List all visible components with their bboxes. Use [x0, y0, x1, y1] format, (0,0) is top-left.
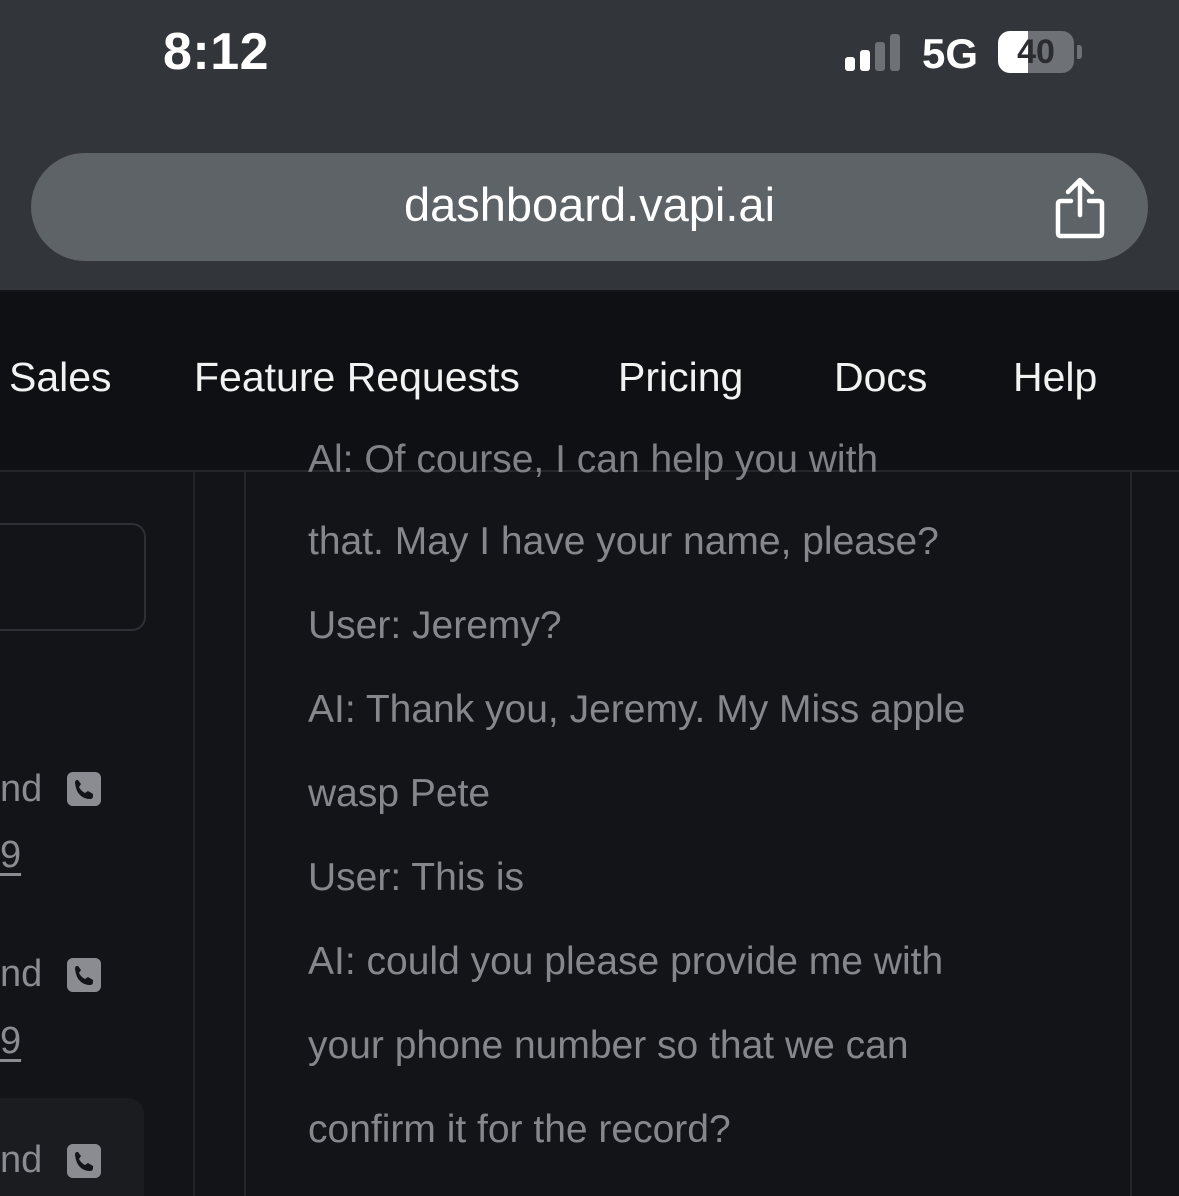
transcript-panel: Al: Of course, I can help you with that.… [244, 438, 1132, 1196]
call-id-link[interactable]: 9 [0, 1020, 21, 1063]
call-list-item-selected[interactable]: nd [0, 1098, 144, 1196]
status-time: 8:12 [163, 23, 270, 81]
network-type-label: 5G [922, 30, 979, 77]
browser-chrome: 8:12 5G 40 dashboard.vapi.ai [0, 0, 1179, 290]
transcript-line-partial: Al: Of course, I can help you with [308, 438, 879, 481]
cellular-signal-icon [845, 33, 905, 71]
nav-item-docs[interactable]: Docs [834, 354, 927, 401]
transcript-line: AI: Thank you, Jeremy. My Miss apple [308, 688, 966, 731]
phone-icon [67, 772, 101, 806]
transcript-line: User: This is [308, 856, 524, 899]
transcript-line: your phone number so that we can [308, 1024, 909, 1067]
nav-item-sales[interactable]: Sales [9, 354, 112, 401]
call-type-label: nd [0, 1139, 43, 1181]
nav-item-pricing[interactable]: Pricing [618, 354, 743, 401]
main-content: nd 9 nd 9 nd Al: Of course, I can help y… [0, 438, 1179, 1196]
transcript-line: User: Jeremy? [308, 604, 562, 647]
url-text[interactable]: dashboard.vapi.ai [31, 153, 1148, 261]
share-icon[interactable] [1053, 177, 1107, 239]
transcript-line: AI: could you please provide me with [308, 940, 944, 983]
battery-icon: 40 [998, 31, 1084, 73]
transcript-line: that. May I have your name, please? [308, 520, 939, 563]
transcript-line: wasp Pete [308, 772, 491, 815]
address-bar[interactable]: dashboard.vapi.ai [31, 153, 1148, 261]
sidebar-search-input[interactable] [0, 523, 146, 631]
phone-icon [67, 1144, 101, 1178]
call-list-sidebar: nd 9 nd 9 nd [0, 472, 195, 1196]
call-type-label: nd [0, 768, 43, 810]
nav-item-help[interactable]: Help [1013, 354, 1097, 401]
phone-icon [67, 958, 101, 992]
page: 8:12 5G 40 dashboard.vapi.ai Sales Featu… [0, 0, 1179, 1196]
call-id-link[interactable]: 9 [0, 834, 21, 877]
nav-item-feature-requests[interactable]: Feature Requests [194, 354, 520, 401]
transcript-line: confirm it for the record? [308, 1108, 731, 1151]
battery-level: 40 [1017, 33, 1055, 71]
call-type-label: nd [0, 953, 43, 995]
